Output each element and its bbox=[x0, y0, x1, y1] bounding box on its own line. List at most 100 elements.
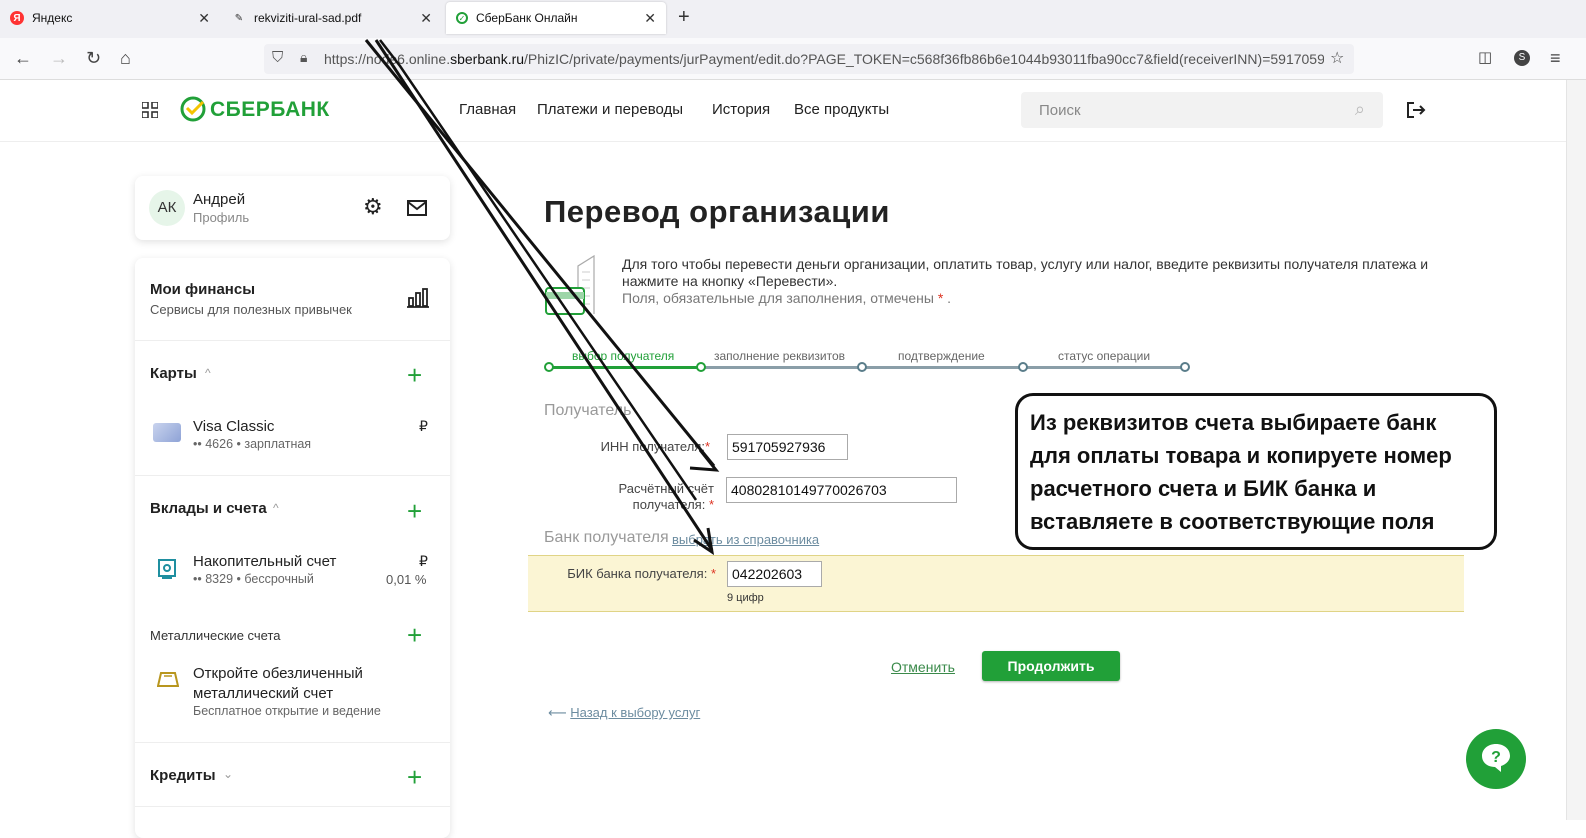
add-metal-button[interactable]: + bbox=[407, 622, 422, 648]
pdf-icon: ✎ bbox=[234, 12, 244, 24]
card-name[interactable]: Visa Classic bbox=[193, 418, 274, 435]
bik-label-text: БИК банка получателя: bbox=[567, 566, 708, 581]
continue-button[interactable]: Продолжить bbox=[982, 651, 1120, 681]
recipient-heading: Получатель bbox=[544, 402, 632, 419]
avatar[interactable]: АК bbox=[149, 190, 185, 226]
chevron-up-icon[interactable]: ^ bbox=[273, 501, 279, 515]
nav-all-products[interactable]: Все продукты bbox=[794, 101, 889, 118]
add-credit-button[interactable]: + bbox=[407, 764, 422, 790]
tab-yandex[interactable]: Я Яндекс ✕ bbox=[0, 0, 220, 36]
description-line-2: нажмите на кнопку «Перевести». bbox=[622, 273, 838, 289]
callout-line-3: расчетного счета и БИК банка и bbox=[1030, 476, 1377, 501]
home-icon[interactable]: ⌂ bbox=[120, 48, 131, 69]
pocket-icon[interactable]: ◫ bbox=[1478, 48, 1492, 66]
profile-name: Андрей bbox=[193, 191, 246, 208]
profile-subtitle: Профиль bbox=[193, 210, 250, 225]
deposit-number: •• 8329 • бессрочный bbox=[193, 572, 314, 586]
tab-label: Яндекс bbox=[32, 11, 73, 25]
site-header: СБЕРБАНК Главная Платежи и переводы Исто… bbox=[0, 80, 1566, 142]
chevron-up-icon[interactable]: ^ bbox=[205, 366, 211, 380]
address-bar[interactable]: ⛉ 🔒︎ https://node6.online.sberbank.ru/Ph… bbox=[264, 44, 1354, 74]
nav-home[interactable]: Главная bbox=[459, 101, 516, 118]
sberbank-logo-icon[interactable] bbox=[180, 96, 206, 122]
chevron-down-icon[interactable]: ⌄ bbox=[223, 767, 233, 781]
tab-pdf[interactable]: ✎ rekviziti-ural-sad.pdf ✕ bbox=[222, 0, 442, 36]
url-prefix: https://node6.online. bbox=[324, 51, 451, 67]
step-dot bbox=[857, 362, 867, 372]
reload-icon[interactable]: ↻ bbox=[86, 48, 101, 69]
logo-text[interactable]: СБЕРБАНК bbox=[210, 98, 330, 122]
gear-icon[interactable]: ⚙ bbox=[363, 194, 383, 220]
step-fill-details: заполнение реквизитов bbox=[714, 349, 846, 363]
search-input[interactable]: Поиск ⌕ bbox=[1021, 92, 1383, 128]
close-icon[interactable]: ✕ bbox=[420, 10, 432, 27]
account-input[interactable]: 40802810149770026703 bbox=[726, 477, 957, 503]
apps-grid-icon[interactable] bbox=[142, 102, 158, 118]
description-line-1: Для того чтобы перевести деньги организа… bbox=[622, 256, 1429, 272]
step-status: статус операции bbox=[1058, 349, 1151, 363]
deposits-title[interactable]: Вклады и счета bbox=[150, 500, 267, 517]
close-icon[interactable]: ✕ bbox=[198, 10, 210, 27]
bar-chart-icon[interactable] bbox=[407, 288, 429, 308]
help-chat-button[interactable]: ? bbox=[1466, 729, 1526, 789]
page-scrollbar[interactable] bbox=[1566, 80, 1586, 820]
deposit-currency: ₽ bbox=[419, 553, 428, 569]
mail-icon[interactable] bbox=[407, 200, 427, 216]
bik-label: БИК банка получателя: * bbox=[567, 566, 716, 581]
required-note-text: Поля, обязательные для заполнения, отмеч… bbox=[622, 290, 934, 306]
close-icon[interactable]: ✕ bbox=[644, 10, 656, 27]
new-tab-button[interactable]: + bbox=[678, 6, 690, 29]
deposit-name[interactable]: Накопительный счет bbox=[193, 553, 336, 570]
metal-subtitle: Бесплатное открытие и ведение bbox=[193, 704, 381, 718]
url-domain: sberbank.ru bbox=[450, 51, 525, 67]
step-dot bbox=[544, 362, 554, 372]
metal-title[interactable]: Металлические счета bbox=[150, 628, 281, 643]
callout-line-1: Из реквизитов счета выбираете банк bbox=[1030, 410, 1437, 435]
bookmark-star-icon[interactable]: ☆ bbox=[1330, 48, 1344, 68]
logout-icon[interactable] bbox=[1406, 101, 1426, 119]
bik-hint: 9 цифр bbox=[727, 592, 764, 604]
step-dot bbox=[696, 362, 706, 372]
forward-arrow-icon[interactable]: → bbox=[50, 48, 68, 69]
instruction-callout: Из реквизитов счета выбираете банк для о… bbox=[1015, 393, 1497, 550]
divider bbox=[135, 806, 450, 807]
step-confirm: подтверждение bbox=[898, 349, 985, 363]
search-icon[interactable]: ⌕ bbox=[1355, 99, 1365, 120]
metal-name-line2[interactable]: металлический счет bbox=[193, 685, 333, 702]
metal-name-line1[interactable]: Откройте обезличенный bbox=[193, 665, 363, 682]
add-card-button[interactable]: + bbox=[407, 362, 422, 388]
finances-title[interactable]: Мои финансы bbox=[150, 281, 255, 298]
back-arrow-icon[interactable]: ← bbox=[14, 48, 32, 69]
bank-heading: Банк получателя bbox=[544, 529, 669, 546]
callout-line-4: вставляете в соответствующие поля bbox=[1030, 509, 1435, 534]
account-label: Расчётный счёт получателя: * bbox=[560, 481, 715, 513]
browser-tab-bar: Я Яндекс ✕ ✎ rekviziti-ural-sad.pdf ✕ ✓ … bbox=[0, 0, 1586, 38]
nav-payments[interactable]: Платежи и переводы bbox=[537, 101, 683, 118]
tab-label: rekviziti-ural-sad.pdf bbox=[254, 11, 362, 25]
bik-input[interactable]: 042202603 bbox=[727, 561, 822, 587]
inn-input[interactable]: 591705927936 bbox=[727, 434, 848, 460]
inn-label: ИНН получателя:* bbox=[600, 439, 710, 454]
back-to-services-link[interactable]: ⟵ Назад к выбору услуг bbox=[548, 705, 700, 721]
metal-bar-icon bbox=[157, 672, 179, 687]
menu-icon[interactable]: ≡ bbox=[1550, 48, 1561, 69]
choose-from-directory-link[interactable]: выбрать из справочника bbox=[672, 532, 819, 547]
credits-title[interactable]: Кредиты bbox=[150, 767, 216, 784]
tab-sberbank[interactable]: ✓ СберБанк Онлайн ✕ bbox=[446, 2, 666, 34]
nav-history[interactable]: История bbox=[712, 101, 770, 118]
account-label-line2-text: получателя: bbox=[632, 497, 706, 512]
cards-title[interactable]: Карты bbox=[150, 365, 197, 382]
lock-icon[interactable]: 🔒︎ bbox=[300, 49, 307, 66]
browser-nav-bar: ← → ↻ ⌂ ⛉ 🔒︎ https://node6.online.sberba… bbox=[0, 38, 1586, 80]
account-label-line1: Расчётный счёт bbox=[618, 481, 715, 496]
divider bbox=[135, 742, 450, 743]
add-deposit-button[interactable]: + bbox=[407, 498, 422, 524]
step-dot bbox=[1180, 362, 1190, 372]
shield-icon[interactable]: ⛉ bbox=[272, 49, 283, 66]
description-required-note: Поля, обязательные для заполнения, отмеч… bbox=[622, 290, 952, 306]
cancel-link[interactable]: Отменить bbox=[891, 659, 955, 675]
profile-card[interactable]: АК Андрей Профиль ⚙ bbox=[135, 176, 450, 240]
url-path: /PhizIC/private/payments/jurPayment/edit… bbox=[524, 51, 1324, 67]
url-text[interactable]: https://node6.online.sberbank.ru/PhizIC/… bbox=[324, 51, 1324, 67]
account-icon[interactable]: S bbox=[1514, 50, 1530, 66]
